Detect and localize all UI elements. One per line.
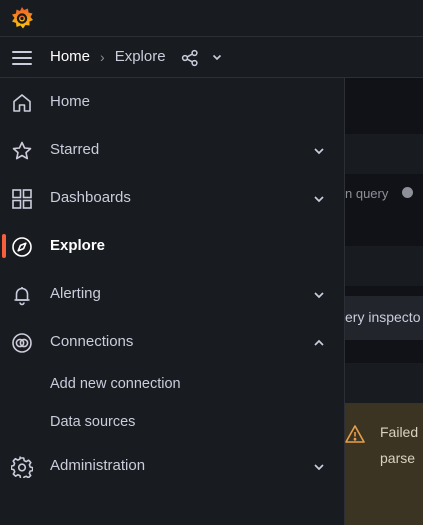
breadcrumb-home[interactable]: Home [50, 48, 90, 65]
submenu-item-add-new-connection[interactable]: Add new connection [0, 369, 344, 401]
query-inspector-button[interactable]: ery inspecto [345, 296, 423, 340]
gear-icon [11, 456, 33, 478]
share-icon[interactable] [181, 49, 199, 67]
grafana-logo[interactable] [9, 5, 35, 31]
nav-bar: Home › Explore [0, 37, 423, 78]
compass-icon [11, 236, 33, 258]
explore-main-area: n query ery inspecto Failed parse [345, 78, 423, 525]
top-bar [0, 0, 423, 37]
menu-item-alerting[interactable]: Alerting [0, 274, 344, 314]
warning-text: parse [380, 450, 416, 466]
breadcrumb-separator: › [100, 48, 105, 65]
bell-icon [11, 284, 33, 306]
submenu-item-label: Add new connection [50, 376, 181, 392]
chevron-down-icon[interactable] [312, 288, 326, 302]
chevron-up-icon[interactable] [312, 336, 326, 350]
menu-item-connections[interactable]: Connections [0, 322, 344, 362]
menu-toggle-icon[interactable] [11, 49, 33, 67]
menu-item-label: Connections [50, 333, 134, 350]
home-icon [11, 92, 33, 114]
menu-item-home[interactable]: Home [0, 82, 344, 122]
menu-item-explore[interactable]: Explore [0, 226, 344, 266]
dashboards-icon [11, 188, 33, 210]
chevron-down-icon[interactable] [312, 192, 326, 206]
submenu-item-label: Data sources [50, 414, 136, 430]
breadcrumb-current: Explore [114, 48, 166, 65]
menu-item-label: Alerting [50, 285, 101, 302]
connections-icon [11, 332, 33, 354]
warning-title: Failed [380, 424, 419, 440]
breadcrumb: Home › Explore [50, 48, 166, 65]
menu-item-dashboards[interactable]: Dashboards [0, 178, 344, 218]
side-menu: Home Starred Dashboards Explore Alerting… [0, 78, 345, 525]
warning-alert: Failed parse [345, 403, 423, 525]
chevron-down-icon[interactable] [312, 144, 326, 158]
menu-item-administration[interactable]: Administration [0, 446, 344, 486]
menu-item-label: Starred [50, 141, 100, 158]
menu-item-starred[interactable]: Starred [0, 130, 344, 170]
results-header [345, 363, 423, 403]
menu-item-label: Dashboards [50, 189, 131, 206]
active-indicator [2, 234, 6, 258]
query-label: n query [345, 186, 389, 201]
warning-icon [345, 424, 365, 444]
submenu-item-data-sources[interactable]: Data sources [0, 407, 344, 439]
chevron-down-icon[interactable] [312, 460, 326, 474]
share-dropdown-chevron-icon[interactable] [211, 51, 223, 63]
star-icon [11, 140, 33, 162]
query-row [345, 134, 423, 174]
status-dot [402, 187, 413, 198]
menu-item-label: Home [50, 93, 91, 110]
menu-item-label: Administration [50, 457, 146, 474]
menu-item-label: Explore [50, 237, 106, 254]
query-editor-row [345, 246, 423, 286]
